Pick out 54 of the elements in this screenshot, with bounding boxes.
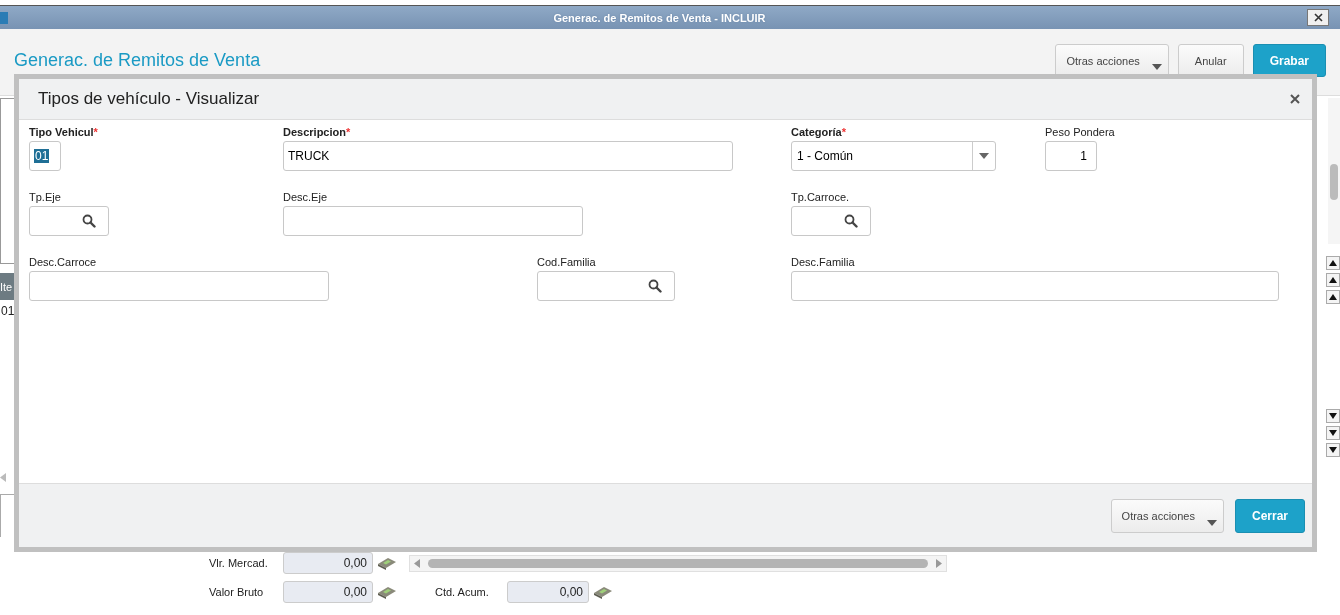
calculator-icon[interactable] bbox=[593, 585, 613, 599]
search-icon[interactable] bbox=[844, 214, 858, 228]
move-down-icon[interactable] bbox=[1326, 443, 1340, 457]
field-label: Desc.Eje bbox=[283, 191, 329, 205]
field-label: Valor Bruto bbox=[209, 586, 265, 598]
input-field[interactable]: 1 bbox=[1045, 141, 1097, 171]
field-label: Peso Pondera bbox=[1045, 126, 1116, 140]
field-label: Desc.Carroce bbox=[29, 256, 98, 270]
input-field[interactable]: TRUCK bbox=[283, 141, 733, 171]
caret-icon bbox=[979, 153, 989, 159]
dialog-title: Tipos de vehículo - Visualizar bbox=[38, 89, 261, 109]
category-select[interactable]: 1 - Común bbox=[791, 141, 996, 171]
lookup-field[interactable] bbox=[537, 271, 675, 301]
field-label: Vlr. Mercad. bbox=[209, 557, 269, 569]
scroll-right-icon[interactable] bbox=[936, 558, 942, 568]
horizontal-scrollbar[interactable] bbox=[409, 554, 947, 572]
column-header: Ite bbox=[0, 273, 14, 300]
caret-icon bbox=[1151, 64, 1162, 70]
move-up-icon[interactable] bbox=[1326, 273, 1340, 287]
field-label: Categoría* bbox=[791, 126, 848, 140]
close-icon[interactable] bbox=[1307, 9, 1329, 26]
close-icon[interactable] bbox=[1290, 94, 1300, 104]
page-title: Generac. de Remitos de Venta bbox=[14, 50, 262, 71]
move-up-icon[interactable] bbox=[1326, 290, 1340, 304]
input-field: 0,00 bbox=[283, 552, 373, 574]
field-label: Descripcion* bbox=[283, 126, 352, 140]
field-label: Cod.Familia bbox=[537, 256, 597, 270]
actions-menu-button[interactable]: Otras acciones bbox=[1110, 498, 1224, 533]
search-icon[interactable] bbox=[82, 214, 96, 228]
input-field[interactable] bbox=[29, 271, 329, 301]
move-down-icon[interactable] bbox=[1326, 426, 1340, 440]
input-field: 0,00 bbox=[283, 581, 373, 603]
scroll-left-icon[interactable] bbox=[414, 558, 420, 568]
app-icon bbox=[0, 11, 8, 24]
search-icon[interactable] bbox=[648, 279, 662, 293]
input-field: 0,00 bbox=[507, 581, 589, 603]
vertical-scrollbar[interactable] bbox=[1328, 98, 1340, 244]
caret-icon bbox=[1206, 519, 1217, 526]
lookup-field[interactable] bbox=[29, 206, 109, 236]
move-down-icon[interactable] bbox=[1326, 409, 1340, 423]
input-field[interactable]: 01 bbox=[29, 141, 61, 171]
move-up-icon[interactable] bbox=[1326, 256, 1340, 270]
window-title: Generac. de Remitos de Venta - INCLUIR bbox=[552, 11, 767, 24]
field-label: Tp.Eje bbox=[29, 191, 62, 205]
field-label: Tipo Vehicul* bbox=[29, 126, 99, 140]
field-label: Ctd. Acum. bbox=[435, 586, 490, 598]
input-field[interactable] bbox=[283, 206, 583, 236]
calculator-icon[interactable] bbox=[377, 556, 397, 570]
field-label: Desc.Familia bbox=[791, 256, 856, 270]
field-label: Tp.Carroce. bbox=[791, 191, 851, 205]
input-field[interactable] bbox=[791, 271, 1279, 301]
table-cell-text: 01 bbox=[0, 303, 14, 318]
lookup-field[interactable] bbox=[791, 206, 871, 236]
calculator-icon[interactable] bbox=[377, 585, 397, 599]
